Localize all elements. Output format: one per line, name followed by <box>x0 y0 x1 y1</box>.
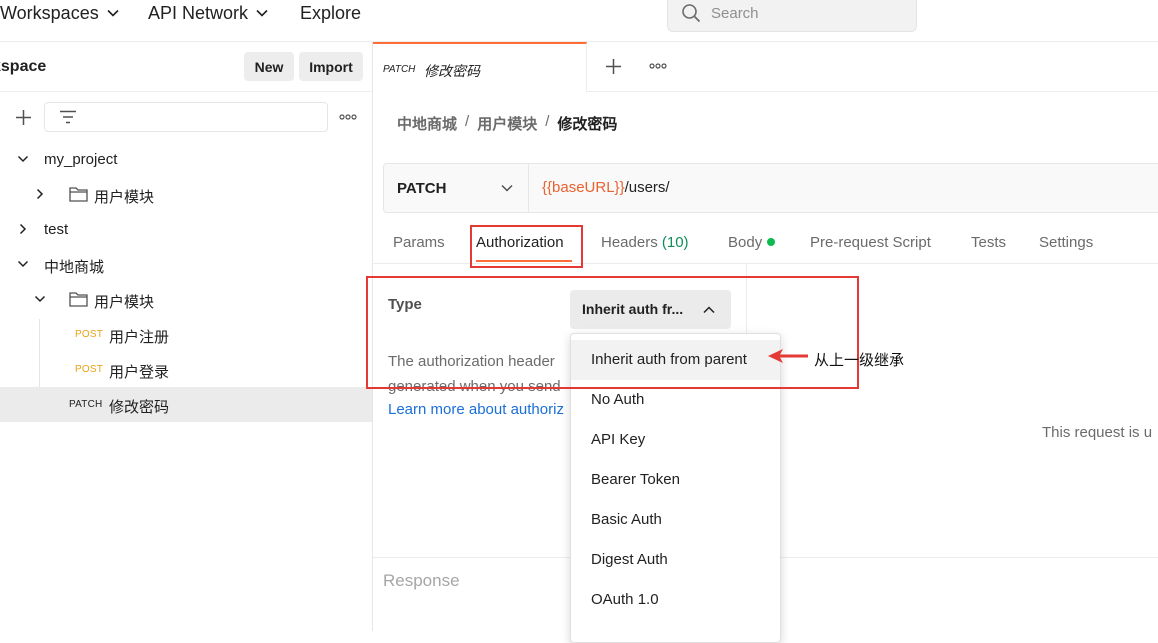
collection-my-project[interactable]: my_project <box>0 142 372 177</box>
url-variable: {{baseURL}} <box>542 179 625 196</box>
explore-label: Explore <box>300 2 362 23</box>
breadcrumb-separator: / <box>545 113 550 130</box>
method-badge: POST <box>75 329 104 340</box>
annotation-arrow-icon <box>767 348 809 364</box>
status-dot <box>767 238 776 246</box>
option-label: No Auth <box>591 391 645 408</box>
search-placeholder: Search <box>711 5 759 22</box>
url-path: /users/ <box>624 179 670 196</box>
more-tabs-icon[interactable] <box>649 63 667 69</box>
option-label: Basic Auth <box>591 511 662 528</box>
option-oauth-1[interactable]: OAuth 1.0 <box>571 580 780 620</box>
tab-title: 修改密码 <box>424 63 480 79</box>
method-select[interactable]: PATCH <box>384 164 529 212</box>
add-collection-icon[interactable] <box>15 109 32 126</box>
headers-count: (10) <box>661 234 689 251</box>
option-label: Digest Auth <box>591 551 668 568</box>
more-options-icon[interactable] <box>339 114 357 120</box>
method-badge: POST <box>75 364 104 375</box>
tree-label: 用户注册 <box>109 329 170 346</box>
new-tab-icon[interactable] <box>605 58 622 75</box>
option-digest-auth[interactable]: Digest Auth <box>571 540 780 580</box>
top-bar: Workspaces API Network Explore Search <box>0 0 1158 42</box>
breadcrumb-item[interactable]: 中地商城 <box>397 113 457 134</box>
tree-label: 用户登录 <box>109 364 170 381</box>
option-bearer-token[interactable]: Bearer Token <box>571 460 780 500</box>
tree-label: 修改密码 <box>109 399 170 416</box>
chevron-right-icon <box>34 188 46 200</box>
option-label: API Key <box>591 431 646 448</box>
tree-label: test <box>44 221 69 238</box>
url-input[interactable]: {{baseURL}}/users/ <box>542 179 670 196</box>
tree-label: my_project <box>44 151 118 168</box>
new-button[interactable]: New <box>244 52 294 81</box>
tab-pre-request-script[interactable]: Pre-request Script <box>810 234 931 251</box>
api-network-label: API Network <box>148 2 249 23</box>
filter-input[interactable] <box>44 102 328 132</box>
learn-more-link[interactable]: Learn more about authoriz <box>388 401 568 418</box>
tree-label: 中地商城 <box>44 259 105 276</box>
annotation-text: 从上一级继承 <box>814 352 905 369</box>
tab-params[interactable]: Params <box>393 234 445 251</box>
tree-label: 用户模块 <box>94 189 155 206</box>
request-change-password[interactable]: PATCH 修改密码 <box>0 387 372 422</box>
request-info-text: This request is u <box>1042 424 1153 441</box>
tab-change-password[interactable]: PATCH 修改密码 <box>373 42 587 92</box>
folder-icon <box>69 291 88 307</box>
tab-tests[interactable]: Tests <box>971 234 1006 251</box>
tab-body[interactable]: Body <box>728 234 776 251</box>
folder-user-module[interactable]: 用户模块 <box>0 177 372 212</box>
chevron-down-icon <box>34 293 46 305</box>
chevron-down-icon <box>256 9 268 17</box>
sidebar: kspace New Import my_project 用户模块 test <box>0 42 373 631</box>
search-input[interactable]: Search <box>667 0 917 32</box>
option-label: Bearer Token <box>591 471 680 488</box>
annotation-box-authorization <box>470 225 583 268</box>
request-register[interactable]: POST 用户注册 <box>0 317 372 352</box>
option-label: OAuth 1.0 <box>591 591 659 608</box>
tab-bar: PATCH 修改密码 <box>373 42 1158 92</box>
url-bar: PATCH {{baseURL}}/users/ <box>383 163 1158 213</box>
workspaces-label: Workspaces <box>0 2 99 23</box>
collection-test[interactable]: test <box>0 212 372 247</box>
breadcrumb-separator: / <box>465 113 470 130</box>
tab-headers[interactable]: Headers (10) <box>601 234 689 251</box>
api-network-menu[interactable]: API Network <box>148 0 268 26</box>
tab-headers-label: Headers <box>601 234 658 251</box>
tab-settings[interactable]: Settings <box>1039 234 1093 251</box>
request-login[interactable]: POST 用户登录 <box>0 352 372 387</box>
workspaces-menu[interactable]: Workspaces <box>0 0 119 26</box>
tree-label: 用户模块 <box>94 294 155 311</box>
chevron-down-icon <box>17 258 29 270</box>
collection-zhongdi-mall[interactable]: 中地商城 <box>0 247 372 282</box>
method-label: PATCH <box>397 180 447 197</box>
option-api-key[interactable]: API Key <box>571 420 780 460</box>
folder-icon <box>69 186 88 202</box>
method-badge: PATCH <box>69 399 103 410</box>
search-icon <box>681 3 701 23</box>
filter-icon <box>59 110 77 124</box>
tab-method: PATCH <box>383 64 416 75</box>
folder-user-module[interactable]: 用户模块 <box>0 282 372 317</box>
annotation-box-auth-type <box>366 276 859 389</box>
chevron-right-icon <box>17 223 29 235</box>
response-label: Response <box>383 571 460 590</box>
import-button[interactable]: Import <box>299 52 363 81</box>
option-basic-auth[interactable]: Basic Auth <box>571 500 780 540</box>
breadcrumb: 中地商城 / 用户模块 / 修改密码 <box>397 113 617 134</box>
breadcrumb-current: 修改密码 <box>557 116 618 133</box>
chevron-down-icon <box>501 184 513 192</box>
chevron-down-icon <box>17 153 29 165</box>
breadcrumb-item[interactable]: 用户模块 <box>477 113 537 134</box>
divider <box>0 91 372 92</box>
workspace-title: kspace <box>0 58 47 75</box>
chevron-down-icon <box>107 9 119 17</box>
tab-body-label: Body <box>728 234 763 251</box>
explore-link[interactable]: Explore <box>300 0 361 26</box>
